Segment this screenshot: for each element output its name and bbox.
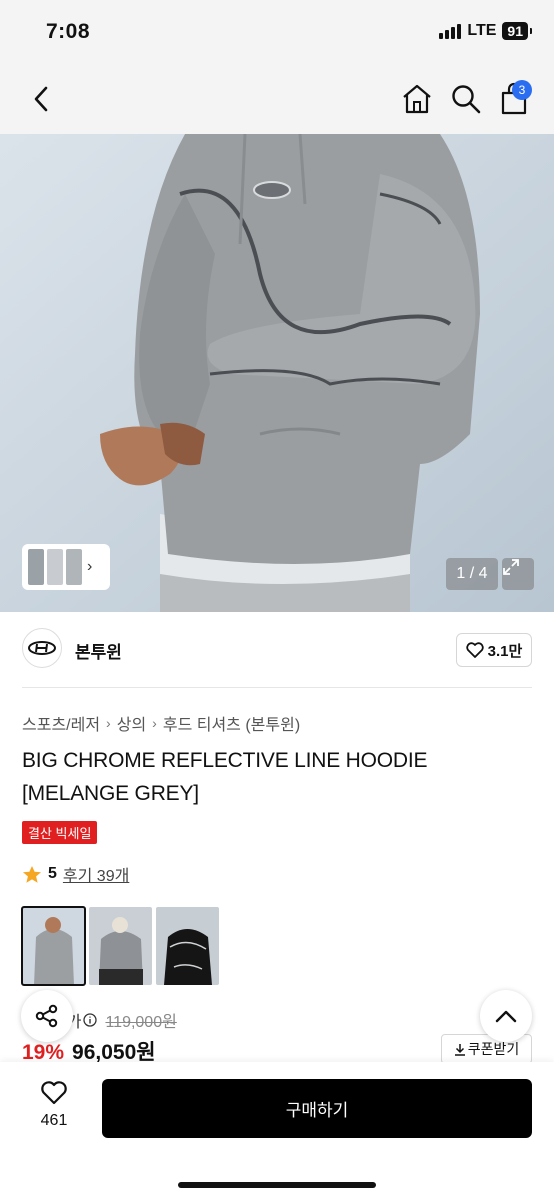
color-option[interactable] [21, 906, 86, 986]
share-icon [35, 1004, 58, 1028]
brand-row: 본투윈 3.1만 [0, 612, 554, 688]
back-icon[interactable] [26, 84, 56, 114]
buy-button[interactable]: 구매하기 [102, 1079, 532, 1138]
cart-count-badge: 3 [512, 80, 532, 100]
rating-score: 5 [48, 865, 57, 882]
thumbnail-mini [47, 549, 63, 585]
status-bar: 7:08 LTE 91 [0, 0, 554, 66]
breadcrumb-item[interactable]: 후드 티셔츠 (본투윈) [163, 711, 300, 735]
info-icon[interactable] [83, 1013, 98, 1027]
breadcrumb-item[interactable]: 스포츠/레저 [22, 711, 100, 735]
color-option[interactable] [156, 907, 219, 985]
search-icon[interactable] [450, 83, 482, 115]
sale-badge: 결산 빅세일 [22, 821, 98, 844]
product-title: BIG CHROME REFLECTIVE LINE HOODIE [MELAN… [22, 749, 428, 805]
chevron-right-icon: › [87, 558, 93, 575]
star-icon [23, 865, 41, 883]
brand-like-button[interactable]: 3.1만 [456, 633, 532, 667]
battery-icon: 91 [502, 22, 532, 40]
wishlist-button[interactable]: 461 [26, 1080, 82, 1130]
brand-like-count: 3.1만 [487, 642, 523, 660]
status-indicators: LTE 91 [439, 22, 532, 40]
network-label: LTE [467, 22, 497, 39]
chevron-right-icon: › [152, 715, 157, 731]
divider [22, 687, 532, 688]
thumbnail-mini [66, 549, 82, 585]
original-price: 119,000원 [105, 1014, 177, 1031]
hoodie-photo [0, 134, 554, 612]
heart-icon [466, 642, 484, 658]
brand-name[interactable]: 본투윈 [75, 638, 122, 663]
signal-icon [439, 23, 462, 39]
scroll-top-button[interactable] [480, 990, 532, 1042]
status-time: 7:08 [46, 20, 91, 43]
home-indicator [178, 1182, 376, 1188]
thumbnail-mini [28, 549, 44, 585]
breadcrumb-item[interactable]: 상의 [117, 711, 146, 735]
rating-row[interactable]: 5 후기 39개 [22, 862, 129, 886]
color-option[interactable] [89, 907, 152, 985]
home-icon[interactable] [401, 82, 433, 116]
bottom-action-bar: 461 구매하기 [0, 1062, 554, 1200]
product-image[interactable]: › 1 / 4 [0, 134, 554, 612]
review-count-link[interactable]: 후기 39개 [63, 862, 129, 886]
top-nav [0, 66, 554, 134]
wishlist-count: 461 [40, 1112, 68, 1129]
coupon-label: 쿠폰받기 [467, 1041, 520, 1057]
share-button[interactable] [21, 990, 73, 1042]
heart-icon [41, 1081, 67, 1105]
expand-icon[interactable] [502, 558, 534, 590]
brand-logo[interactable] [22, 628, 62, 668]
breadcrumb: 스포츠/레저 › 상의 › 후드 티셔츠 (본투윈) [22, 711, 300, 735]
chevron-right-icon: › [106, 715, 111, 731]
download-icon [454, 1043, 465, 1056]
chevron-up-icon [495, 1010, 517, 1023]
image-counter: 1 / 4 [446, 558, 498, 590]
color-options [21, 906, 219, 986]
image-thumbnail-strip[interactable]: › [22, 544, 110, 590]
